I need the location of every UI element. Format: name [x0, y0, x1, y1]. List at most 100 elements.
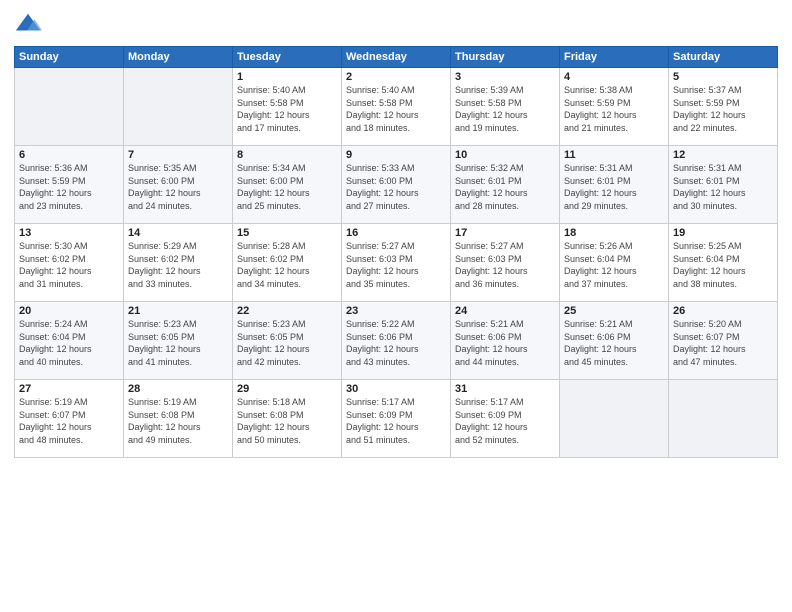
day-number: 6: [19, 149, 119, 161]
day-number: 9: [346, 149, 446, 161]
calendar-cell: 1Sunrise: 5:40 AM Sunset: 5:58 PM Daylig…: [233, 68, 342, 146]
calendar-cell: 18Sunrise: 5:26 AM Sunset: 6:04 PM Dayli…: [560, 224, 669, 302]
day-info: Sunrise: 5:35 AM Sunset: 6:00 PM Dayligh…: [128, 162, 228, 212]
day-info: Sunrise: 5:27 AM Sunset: 6:03 PM Dayligh…: [346, 240, 446, 290]
day-number: 29: [237, 383, 337, 395]
day-number: 17: [455, 227, 555, 239]
logo-icon: [14, 10, 42, 38]
day-number: 27: [19, 383, 119, 395]
day-info: Sunrise: 5:36 AM Sunset: 5:59 PM Dayligh…: [19, 162, 119, 212]
day-info: Sunrise: 5:17 AM Sunset: 6:09 PM Dayligh…: [346, 396, 446, 446]
day-info: Sunrise: 5:23 AM Sunset: 6:05 PM Dayligh…: [237, 318, 337, 368]
calendar-cell: 19Sunrise: 5:25 AM Sunset: 6:04 PM Dayli…: [669, 224, 778, 302]
calendar-cell: [15, 68, 124, 146]
calendar-cell: 24Sunrise: 5:21 AM Sunset: 6:06 PM Dayli…: [451, 302, 560, 380]
day-info: Sunrise: 5:28 AM Sunset: 6:02 PM Dayligh…: [237, 240, 337, 290]
day-number: 21: [128, 305, 228, 317]
day-info: Sunrise: 5:19 AM Sunset: 6:08 PM Dayligh…: [128, 396, 228, 446]
day-info: Sunrise: 5:18 AM Sunset: 6:08 PM Dayligh…: [237, 396, 337, 446]
weekday-header-monday: Monday: [124, 47, 233, 68]
calendar-cell: 13Sunrise: 5:30 AM Sunset: 6:02 PM Dayli…: [15, 224, 124, 302]
day-info: Sunrise: 5:34 AM Sunset: 6:00 PM Dayligh…: [237, 162, 337, 212]
calendar-cell: 30Sunrise: 5:17 AM Sunset: 6:09 PM Dayli…: [342, 380, 451, 458]
day-number: 12: [673, 149, 773, 161]
calendar-header: SundayMondayTuesdayWednesdayThursdayFrid…: [15, 47, 778, 68]
weekday-header-friday: Friday: [560, 47, 669, 68]
day-info: Sunrise: 5:33 AM Sunset: 6:00 PM Dayligh…: [346, 162, 446, 212]
day-number: 4: [564, 71, 664, 83]
day-info: Sunrise: 5:37 AM Sunset: 5:59 PM Dayligh…: [673, 84, 773, 134]
day-number: 20: [19, 305, 119, 317]
calendar-cell: 5Sunrise: 5:37 AM Sunset: 5:59 PM Daylig…: [669, 68, 778, 146]
weekday-row: SundayMondayTuesdayWednesdayThursdayFrid…: [15, 47, 778, 68]
calendar-cell: 28Sunrise: 5:19 AM Sunset: 6:08 PM Dayli…: [124, 380, 233, 458]
day-info: Sunrise: 5:40 AM Sunset: 5:58 PM Dayligh…: [237, 84, 337, 134]
day-number: 19: [673, 227, 773, 239]
page-header: [14, 10, 778, 38]
calendar-cell: 15Sunrise: 5:28 AM Sunset: 6:02 PM Dayli…: [233, 224, 342, 302]
calendar-cell: 26Sunrise: 5:20 AM Sunset: 6:07 PM Dayli…: [669, 302, 778, 380]
calendar-cell: 14Sunrise: 5:29 AM Sunset: 6:02 PM Dayli…: [124, 224, 233, 302]
calendar-cell: 2Sunrise: 5:40 AM Sunset: 5:58 PM Daylig…: [342, 68, 451, 146]
calendar-cell: 6Sunrise: 5:36 AM Sunset: 5:59 PM Daylig…: [15, 146, 124, 224]
weekday-header-wednesday: Wednesday: [342, 47, 451, 68]
day-info: Sunrise: 5:23 AM Sunset: 6:05 PM Dayligh…: [128, 318, 228, 368]
calendar-cell: 3Sunrise: 5:39 AM Sunset: 5:58 PM Daylig…: [451, 68, 560, 146]
calendar-cell: 7Sunrise: 5:35 AM Sunset: 6:00 PM Daylig…: [124, 146, 233, 224]
day-info: Sunrise: 5:38 AM Sunset: 5:59 PM Dayligh…: [564, 84, 664, 134]
calendar-week-3: 13Sunrise: 5:30 AM Sunset: 6:02 PM Dayli…: [15, 224, 778, 302]
calendar-week-2: 6Sunrise: 5:36 AM Sunset: 5:59 PM Daylig…: [15, 146, 778, 224]
calendar-cell: [124, 68, 233, 146]
calendar-cell: 9Sunrise: 5:33 AM Sunset: 6:00 PM Daylig…: [342, 146, 451, 224]
calendar-cell: 29Sunrise: 5:18 AM Sunset: 6:08 PM Dayli…: [233, 380, 342, 458]
day-info: Sunrise: 5:25 AM Sunset: 6:04 PM Dayligh…: [673, 240, 773, 290]
day-info: Sunrise: 5:27 AM Sunset: 6:03 PM Dayligh…: [455, 240, 555, 290]
day-info: Sunrise: 5:21 AM Sunset: 6:06 PM Dayligh…: [564, 318, 664, 368]
day-info: Sunrise: 5:17 AM Sunset: 6:09 PM Dayligh…: [455, 396, 555, 446]
day-number: 16: [346, 227, 446, 239]
calendar-cell: 31Sunrise: 5:17 AM Sunset: 6:09 PM Dayli…: [451, 380, 560, 458]
day-number: 18: [564, 227, 664, 239]
calendar-body: 1Sunrise: 5:40 AM Sunset: 5:58 PM Daylig…: [15, 68, 778, 458]
day-info: Sunrise: 5:40 AM Sunset: 5:58 PM Dayligh…: [346, 84, 446, 134]
calendar-cell: 21Sunrise: 5:23 AM Sunset: 6:05 PM Dayli…: [124, 302, 233, 380]
calendar-week-1: 1Sunrise: 5:40 AM Sunset: 5:58 PM Daylig…: [15, 68, 778, 146]
day-info: Sunrise: 5:31 AM Sunset: 6:01 PM Dayligh…: [564, 162, 664, 212]
day-number: 25: [564, 305, 664, 317]
day-number: 30: [346, 383, 446, 395]
day-info: Sunrise: 5:30 AM Sunset: 6:02 PM Dayligh…: [19, 240, 119, 290]
day-info: Sunrise: 5:22 AM Sunset: 6:06 PM Dayligh…: [346, 318, 446, 368]
day-number: 8: [237, 149, 337, 161]
day-info: Sunrise: 5:39 AM Sunset: 5:58 PM Dayligh…: [455, 84, 555, 134]
calendar-cell: 11Sunrise: 5:31 AM Sunset: 6:01 PM Dayli…: [560, 146, 669, 224]
day-number: 1: [237, 71, 337, 83]
calendar-table: SundayMondayTuesdayWednesdayThursdayFrid…: [14, 46, 778, 458]
day-info: Sunrise: 5:26 AM Sunset: 6:04 PM Dayligh…: [564, 240, 664, 290]
day-info: Sunrise: 5:20 AM Sunset: 6:07 PM Dayligh…: [673, 318, 773, 368]
calendar-cell: 22Sunrise: 5:23 AM Sunset: 6:05 PM Dayli…: [233, 302, 342, 380]
page-container: SundayMondayTuesdayWednesdayThursdayFrid…: [0, 0, 792, 612]
calendar-cell: 10Sunrise: 5:32 AM Sunset: 6:01 PM Dayli…: [451, 146, 560, 224]
day-number: 15: [237, 227, 337, 239]
day-info: Sunrise: 5:19 AM Sunset: 6:07 PM Dayligh…: [19, 396, 119, 446]
day-number: 23: [346, 305, 446, 317]
calendar-cell: 4Sunrise: 5:38 AM Sunset: 5:59 PM Daylig…: [560, 68, 669, 146]
calendar-cell: 16Sunrise: 5:27 AM Sunset: 6:03 PM Dayli…: [342, 224, 451, 302]
day-info: Sunrise: 5:31 AM Sunset: 6:01 PM Dayligh…: [673, 162, 773, 212]
calendar-cell: [560, 380, 669, 458]
day-info: Sunrise: 5:32 AM Sunset: 6:01 PM Dayligh…: [455, 162, 555, 212]
day-number: 7: [128, 149, 228, 161]
day-number: 2: [346, 71, 446, 83]
calendar-cell: 8Sunrise: 5:34 AM Sunset: 6:00 PM Daylig…: [233, 146, 342, 224]
day-number: 14: [128, 227, 228, 239]
day-number: 22: [237, 305, 337, 317]
calendar-week-4: 20Sunrise: 5:24 AM Sunset: 6:04 PM Dayli…: [15, 302, 778, 380]
day-info: Sunrise: 5:29 AM Sunset: 6:02 PM Dayligh…: [128, 240, 228, 290]
calendar-cell: 25Sunrise: 5:21 AM Sunset: 6:06 PM Dayli…: [560, 302, 669, 380]
weekday-header-saturday: Saturday: [669, 47, 778, 68]
calendar-cell: 23Sunrise: 5:22 AM Sunset: 6:06 PM Dayli…: [342, 302, 451, 380]
calendar-cell: 17Sunrise: 5:27 AM Sunset: 6:03 PM Dayli…: [451, 224, 560, 302]
calendar-week-5: 27Sunrise: 5:19 AM Sunset: 6:07 PM Dayli…: [15, 380, 778, 458]
day-number: 26: [673, 305, 773, 317]
weekday-header-sunday: Sunday: [15, 47, 124, 68]
